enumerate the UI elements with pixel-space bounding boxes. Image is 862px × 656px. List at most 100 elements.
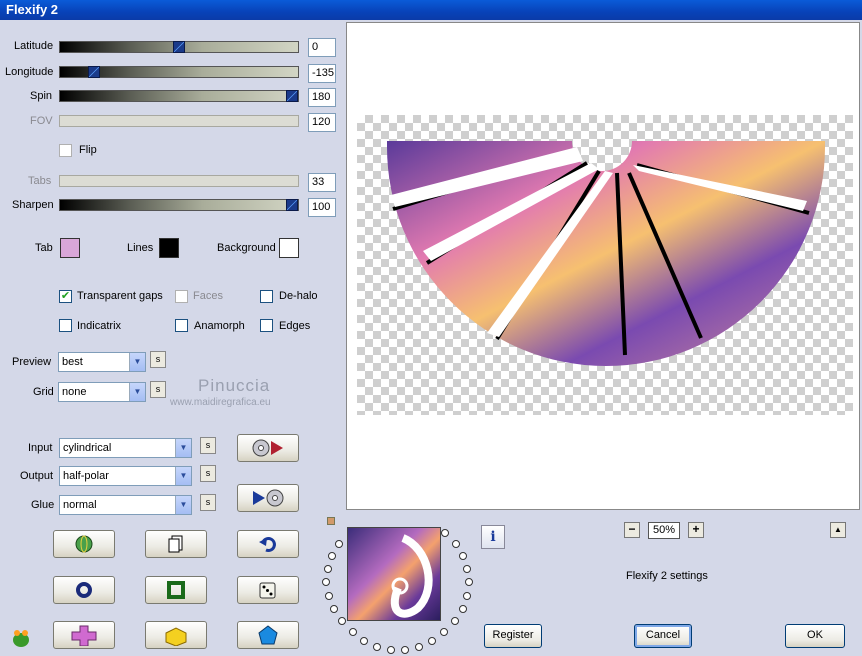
glue-select[interactable]: normal ▼ bbox=[59, 495, 192, 515]
chevron-down-icon[interactable]: ▼ bbox=[175, 496, 191, 514]
background-color-label: Background bbox=[217, 242, 276, 254]
navigator-thumbnail[interactable] bbox=[347, 527, 441, 621]
output-projection-value: half-polar bbox=[63, 470, 109, 482]
edges-label: Edges bbox=[279, 320, 311, 332]
flip-label: Flip bbox=[79, 144, 97, 156]
glue-s-button[interactable]: s bbox=[200, 494, 216, 511]
indicatrix-label: Indicatrix bbox=[77, 320, 122, 332]
pentagon-tool-button[interactable] bbox=[237, 621, 299, 649]
random-dice-button[interactable] bbox=[237, 576, 299, 604]
tab-color-label: Tab bbox=[35, 242, 53, 254]
globe-icon bbox=[75, 535, 93, 553]
anamorph-label: Anamorph bbox=[194, 320, 245, 332]
dehalo-label: De-halo bbox=[279, 290, 318, 302]
cube-tool-button[interactable] bbox=[145, 621, 207, 649]
tabs-label: Tabs bbox=[28, 175, 52, 187]
info-button[interactable]: i bbox=[481, 525, 505, 549]
randomize-button[interactable] bbox=[53, 530, 115, 558]
tabs-value: 33 bbox=[308, 173, 336, 192]
preview-image bbox=[387, 141, 825, 366]
cancel-button[interactable]: Cancel bbox=[634, 624, 692, 648]
copy-icon bbox=[168, 535, 183, 553]
sharpen-value[interactable]: 100 bbox=[308, 198, 336, 217]
copy-button[interactable] bbox=[145, 530, 207, 558]
sharpen-label: Sharpen bbox=[12, 199, 54, 211]
sharpen-slider-thumb[interactable] bbox=[286, 199, 298, 211]
longitude-label: Longitude bbox=[5, 66, 54, 78]
square-frame-icon bbox=[167, 581, 185, 599]
tab-color-swatch[interactable] bbox=[60, 238, 80, 258]
spin-label: Spin bbox=[30, 90, 53, 102]
output-s-button[interactable]: s bbox=[200, 465, 216, 482]
glue-value: normal bbox=[63, 499, 97, 511]
zoom-in-button[interactable]: + bbox=[688, 522, 704, 538]
scroll-up-button[interactable]: ▲ bbox=[830, 522, 846, 538]
pentagon-icon bbox=[258, 625, 278, 645]
circle-tool-button[interactable] bbox=[53, 576, 115, 604]
spin-slider[interactable] bbox=[59, 90, 299, 102]
flip-checkbox[interactable] bbox=[59, 144, 72, 157]
grid-select[interactable]: none ▼ bbox=[58, 382, 146, 402]
output-projection-select[interactable]: half-polar ▼ bbox=[59, 466, 192, 486]
spin-value[interactable]: 180 bbox=[308, 88, 336, 107]
cross-tool-button[interactable] bbox=[53, 621, 115, 649]
faces-label: Faces bbox=[193, 290, 223, 302]
fov-label: FOV bbox=[30, 115, 53, 127]
indicatrix-checkbox[interactable] bbox=[59, 319, 72, 332]
preview-quality-value: best bbox=[62, 356, 83, 368]
preview-s-button[interactable]: s bbox=[150, 351, 166, 368]
lines-color-swatch[interactable] bbox=[159, 238, 179, 258]
settings-name: Flexify 2 settings bbox=[626, 570, 708, 582]
grid-s-button[interactable]: s bbox=[150, 381, 166, 398]
brick-icon bbox=[165, 627, 187, 646]
ring-icon bbox=[76, 582, 92, 598]
input-projection-select[interactable]: cylindrical ▼ bbox=[59, 438, 192, 458]
latitude-slider[interactable] bbox=[59, 41, 299, 53]
chevron-down-icon[interactable]: ▼ bbox=[129, 353, 145, 371]
load-settings-button[interactable] bbox=[237, 434, 299, 462]
longitude-slider-thumb[interactable] bbox=[88, 66, 101, 78]
preview-quality-select[interactable]: best ▼ bbox=[58, 352, 146, 372]
sharpen-slider[interactable] bbox=[59, 199, 299, 211]
input-s-button[interactable]: s bbox=[200, 437, 216, 454]
watermark-name: Pinuccia bbox=[198, 376, 271, 395]
glue-label: Glue bbox=[31, 499, 55, 511]
edges-checkbox[interactable] bbox=[260, 319, 273, 332]
background-color-swatch[interactable] bbox=[279, 238, 299, 258]
transparent-gaps-label: Transparent gaps bbox=[77, 290, 163, 302]
thumbnail-image bbox=[390, 534, 433, 618]
fov-slider bbox=[59, 115, 299, 127]
dehalo-checkbox[interactable] bbox=[260, 290, 273, 303]
longitude-slider[interactable] bbox=[59, 66, 299, 78]
preview-label: Preview bbox=[12, 356, 52, 368]
anamorph-checkbox[interactable] bbox=[175, 319, 188, 332]
undo-button[interactable] bbox=[237, 530, 299, 558]
tabs-slider bbox=[59, 175, 299, 187]
dice-icon bbox=[259, 582, 276, 599]
ok-button[interactable]: OK bbox=[785, 624, 845, 648]
grid-label: Grid bbox=[33, 386, 54, 398]
spin-slider-thumb[interactable] bbox=[286, 90, 298, 102]
output-label: Output bbox=[20, 470, 54, 482]
navigator-handle[interactable] bbox=[327, 517, 335, 525]
zoom-out-button[interactable]: − bbox=[624, 522, 640, 538]
chevron-down-icon[interactable]: ▼ bbox=[175, 467, 191, 485]
square-tool-button[interactable] bbox=[145, 576, 207, 604]
preview-canvas[interactable] bbox=[346, 22, 860, 510]
disc-arrow-icon bbox=[252, 439, 283, 457]
grid-value: none bbox=[62, 386, 87, 398]
register-button[interactable]: Register bbox=[484, 624, 542, 648]
watermark-site: www.maidiregrafica.eu bbox=[170, 397, 271, 408]
undo-icon bbox=[259, 537, 276, 552]
latitude-label: Latitude bbox=[14, 40, 54, 52]
chevron-down-icon[interactable]: ▼ bbox=[129, 383, 145, 401]
zoom-level: 50% bbox=[648, 522, 680, 539]
latitude-slider-thumb[interactable] bbox=[173, 41, 185, 53]
lines-color-label: Lines bbox=[127, 242, 154, 254]
input-projection-value: cylindrical bbox=[63, 442, 112, 454]
save-settings-button[interactable] bbox=[237, 484, 299, 512]
transparent-gaps-checkbox[interactable]: ✔ bbox=[59, 290, 72, 303]
latitude-value[interactable]: 0 bbox=[308, 38, 336, 57]
longitude-value[interactable]: -135 bbox=[308, 64, 336, 83]
chevron-down-icon[interactable]: ▼ bbox=[175, 439, 191, 457]
